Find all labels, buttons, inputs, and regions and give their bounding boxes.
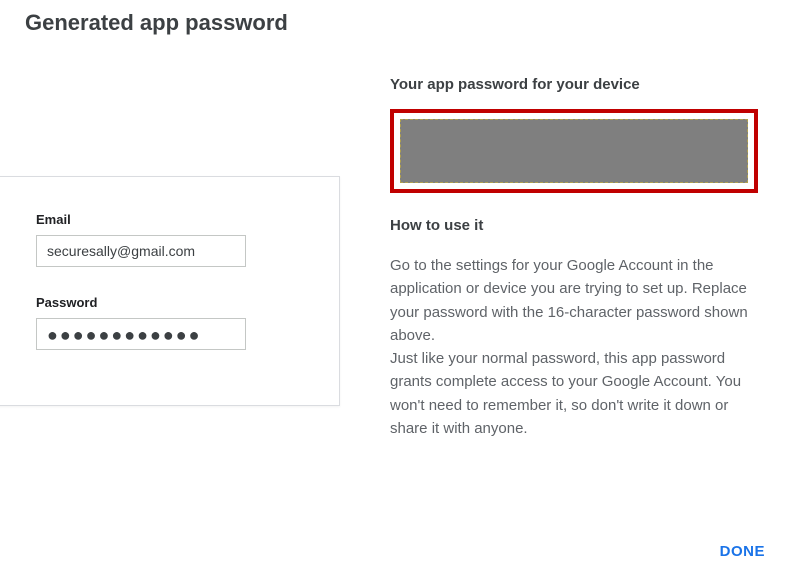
app-password-heading: Your app password for your device bbox=[390, 76, 775, 93]
instructions-paragraph-1: Go to the settings for your Google Accou… bbox=[390, 257, 748, 344]
email-field-group: Email bbox=[36, 212, 299, 267]
email-field[interactable] bbox=[36, 235, 246, 267]
left-column: Email Password ●●●●●●●●●●●● bbox=[0, 76, 340, 440]
instructions-paragraph-2: Just like your normal password, this app… bbox=[390, 350, 741, 437]
password-field-group: Password ●●●●●●●●●●●● bbox=[36, 295, 299, 350]
right-column: Your app password for your device How to… bbox=[340, 76, 805, 440]
page-title: Generated app password bbox=[0, 0, 805, 36]
content-area: Email Password ●●●●●●●●●●●● Your app pas… bbox=[0, 36, 805, 440]
app-password-highlight-box bbox=[390, 109, 758, 193]
app-password-display bbox=[400, 119, 748, 183]
password-field[interactable]: ●●●●●●●●●●●● bbox=[36, 318, 246, 350]
password-label: Password bbox=[36, 295, 299, 310]
login-card: Email Password ●●●●●●●●●●●● bbox=[0, 176, 340, 406]
done-button[interactable]: DONE bbox=[720, 543, 765, 560]
email-label: Email bbox=[36, 212, 299, 227]
howto-heading: How to use it bbox=[390, 217, 775, 234]
instructions-text: Go to the settings for your Google Accou… bbox=[390, 254, 750, 440]
